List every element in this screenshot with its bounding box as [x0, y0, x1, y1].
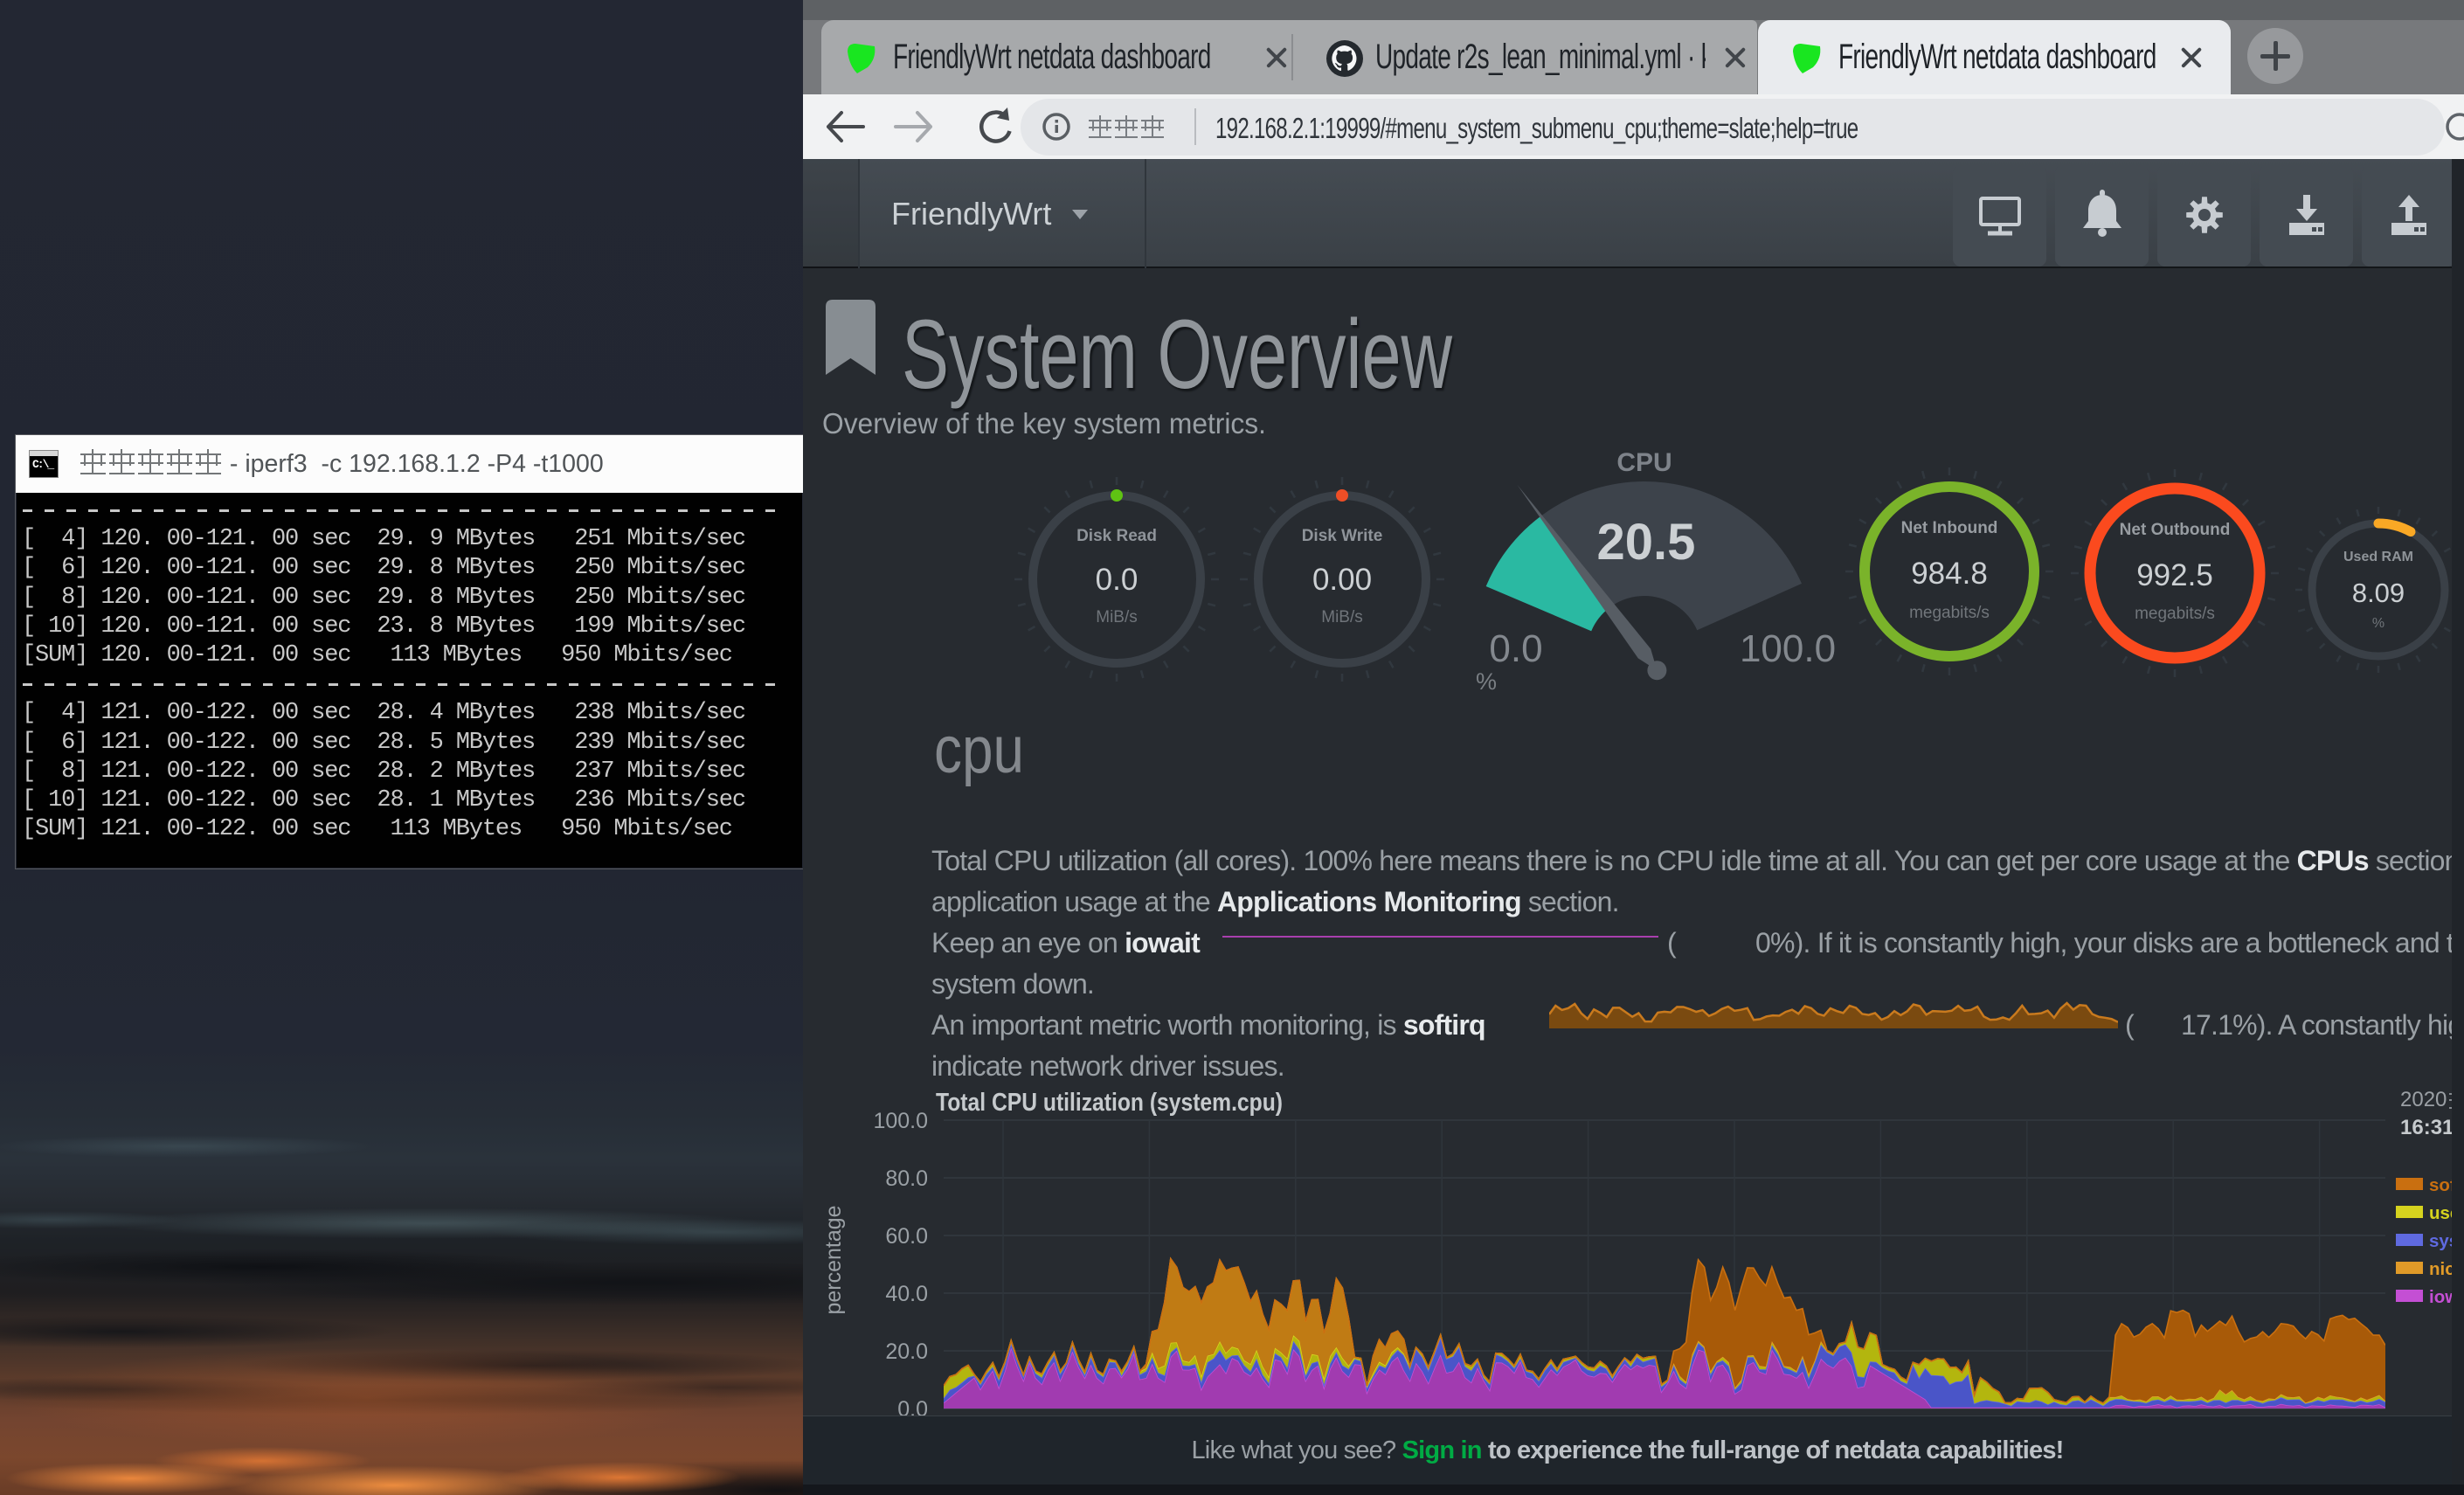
svg-text:40.0: 40.0	[885, 1282, 928, 1306]
svg-text:Total CPU utilization (system.: Total CPU utilization (system.cpu)	[936, 1089, 1283, 1117]
svg-text:0.0: 0.0	[1096, 563, 1139, 597]
svg-text:984.8: 984.8	[1911, 557, 1988, 591]
svg-text:100.0: 100.0	[1740, 627, 1836, 670]
svg-text:indicate network driver issues: indicate network driver issues.	[931, 1050, 1284, 1082]
svg-text:%: %	[2372, 616, 2384, 631]
svg-text:20.0: 20.0	[885, 1339, 928, 1364]
svg-text:(: (	[2125, 1009, 2135, 1041]
svg-text:Net Outbound: Net Outbound	[2120, 521, 2231, 539]
svg-text:8.09: 8.09	[2352, 578, 2405, 608]
svg-text:Keep an eye on iowait: Keep an eye on iowait	[931, 927, 1201, 959]
svg-text:Disk Write: Disk Write	[1302, 527, 1383, 545]
svg-text:MiB/s: MiB/s	[1321, 608, 1363, 626]
svg-text:%: %	[1476, 668, 1497, 695]
svg-text:17.1%). A constantly high perc: 17.1%). A constantly high percentage	[2181, 1009, 2464, 1041]
svg-text:Disk Read: Disk Read	[1076, 527, 1157, 545]
svg-text:Total CPU utilization (all cor: Total CPU utilization (all cores). 100% …	[931, 845, 2464, 876]
svg-text:Used RAM: Used RAM	[2343, 550, 2413, 564]
svg-text:0.00: 0.00	[1312, 563, 1372, 597]
svg-text:Overview of the key system met: Overview of the key system metrics.	[822, 407, 1266, 440]
svg-text:992.5: 992.5	[2136, 558, 2213, 592]
svg-text:CPU: CPU	[1616, 448, 1672, 477]
svg-text:0%). If it is constantly high,: 0%). If it is constantly high, your disk…	[1755, 927, 2464, 959]
svg-text:cpu: cpu	[934, 713, 1024, 787]
svg-text:20.5: 20.5	[1597, 514, 1696, 571]
svg-text:0.0: 0.0	[1489, 627, 1542, 670]
svg-text:percentage: percentage	[821, 1205, 846, 1314]
svg-text:(: (	[1667, 927, 1677, 959]
svg-text:Net Inbound: Net Inbound	[1901, 519, 1998, 537]
svg-text:megabits/s: megabits/s	[1909, 604, 1990, 622]
svg-text:60.0: 60.0	[885, 1224, 928, 1249]
svg-text:An important metric worth moni: An important metric worth monitoring, is…	[931, 1009, 1485, 1041]
svg-text:MiB/s: MiB/s	[1096, 608, 1138, 626]
svg-text:System Overview: System Overview	[902, 300, 1453, 409]
svg-text:80.0: 80.0	[885, 1166, 928, 1191]
svg-text:100.0: 100.0	[873, 1109, 928, 1133]
svg-text:system down.: system down.	[931, 968, 1094, 1000]
svg-text:application usage at the Appli: application usage at the Applications Mo…	[931, 886, 1619, 917]
svg-text:megabits/s: megabits/s	[2135, 605, 2215, 623]
